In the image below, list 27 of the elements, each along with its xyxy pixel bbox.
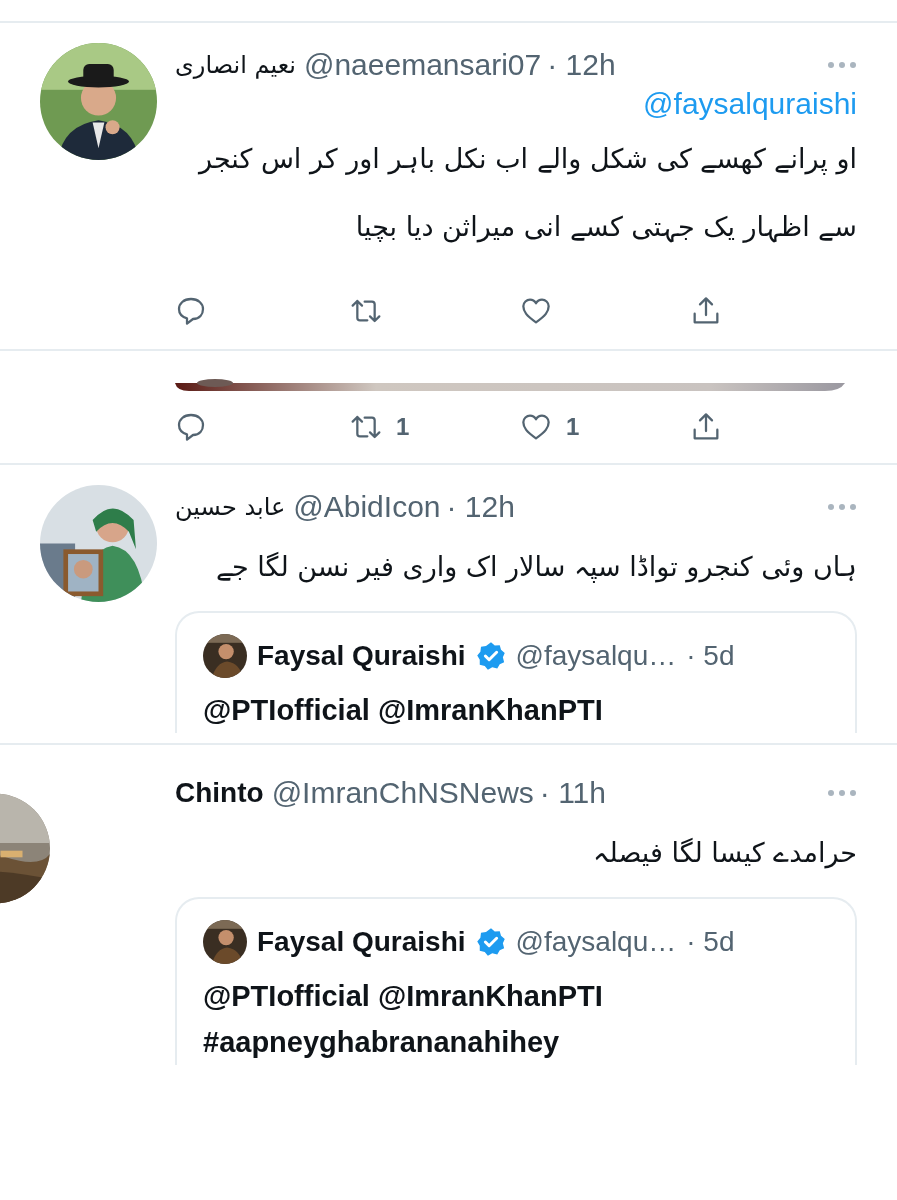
- display-name[interactable]: Chinto: [175, 777, 264, 809]
- quoted-handle: @faysalqu…: [515, 640, 677, 672]
- action-count: 1: [396, 413, 410, 441]
- quoted-text: @PTIofficial @ImranKhanPTI: [203, 979, 604, 1014]
- reply-icon[interactable]: [175, 411, 207, 443]
- quoted-time: · 5d: [686, 640, 735, 672]
- action-count: 1: [566, 413, 580, 441]
- quoted-time: · 5d: [686, 926, 735, 958]
- user-handle[interactable]: @AbidIcon: [293, 490, 441, 524]
- quoted-text: @PTIofficial @ImranKhanPTI: [203, 693, 604, 728]
- display-name[interactable]: عابد حسین: [175, 493, 286, 521]
- tweet-text: او پرانے کھسے کی شکل والے اب نکل باہر اور کر اس کنجر سے اظہار یک جہتی کسے انی میراثن دیا بچیا: [197, 142, 857, 245]
- quoted-tweet[interactable]: Faysal Quraishi @faysalqu… · 5d @PTIofficial @ImranKhanPTI: [175, 611, 857, 733]
- tweet-text: ہاں وئی کنجرو تواڈا سپہ سالار اک واری فیر نسن لگا جے: [215, 550, 857, 585]
- quoted-tweet[interactable]: Faysal Quraishi @faysalqu… · 5d @PTIofficial @ImranKhanPTI #aapneyghabrananahihey: [175, 897, 857, 1065]
- quoted-name: Faysal Quraishi: [257, 926, 466, 958]
- tweet-text: حرامدے کیسا لگا فیصلہ: [592, 836, 857, 871]
- tweet-time: · 12h: [446, 490, 515, 524]
- display-name[interactable]: نعیم انصاری: [175, 51, 296, 79]
- quoted-text: #aapneyghabrananahihey: [203, 1025, 561, 1060]
- user-handle[interactable]: @ImranChNSNews: [271, 776, 534, 810]
- reply-icon[interactable]: [175, 295, 207, 327]
- user-handle[interactable]: @naeemansari07: [303, 48, 542, 82]
- quoted-handle: @faysalqu…: [515, 926, 677, 958]
- tweet-time: · 11h: [539, 776, 606, 810]
- quoted-name: Faysal Quraishi: [257, 640, 466, 672]
- tweet-time: · 12h: [547, 48, 616, 82]
